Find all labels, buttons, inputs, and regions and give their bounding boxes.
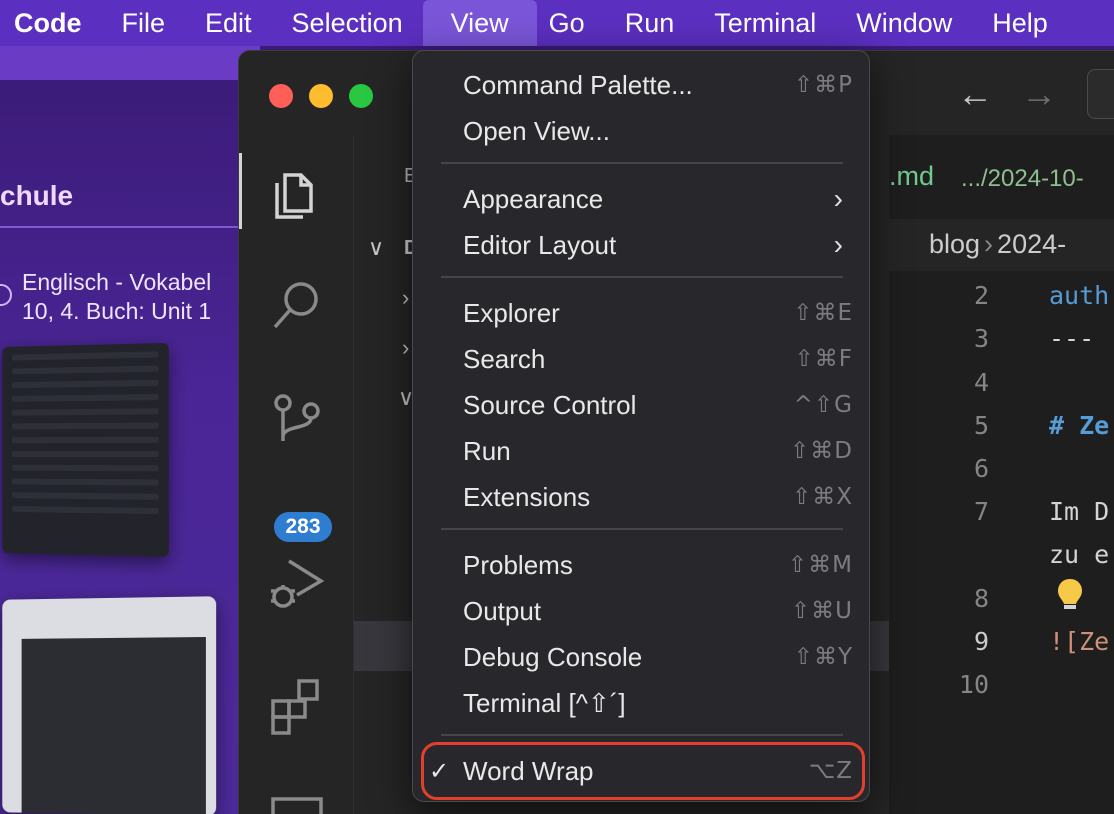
search-icon[interactable]: [267, 275, 327, 335]
close-window-button[interactable]: [269, 84, 293, 108]
editor-area[interactable]: 2 3 4 5 6 7 8 9 10 auth --- # Ze Im D zu…: [889, 271, 1114, 814]
menubar-go[interactable]: Go: [537, 0, 605, 46]
chat-icon[interactable]: [267, 791, 327, 814]
chevron-right-icon: ›: [833, 183, 843, 214]
tab-path: .../2024-10-: [961, 165, 1084, 192]
minimize-window-button[interactable]: [309, 84, 333, 108]
background-thumbnail-light: [2, 596, 217, 814]
menu-item-explorer[interactable]: Explorer ⇧⌘E: [463, 290, 861, 336]
line-number: 2: [973, 281, 989, 310]
forward-arrow-icon[interactable]: →: [1021, 73, 1057, 115]
activity-bar: 283: [239, 135, 353, 814]
code-line: auth: [1049, 281, 1110, 310]
chevron-down-icon[interactable]: ∨: [368, 235, 384, 261]
menubar-view[interactable]: View: [422, 0, 537, 46]
background-thumbnail-dark: [2, 342, 169, 558]
editor-tab[interactable]: .md .../2024-10-: [889, 135, 1114, 219]
menu-item-run[interactable]: Run ⇧⌘D: [463, 428, 861, 474]
menubar-run[interactable]: Run: [605, 0, 695, 46]
menu-item-appearance[interactable]: Appearance ›: [463, 176, 861, 222]
code-line: # Ze: [1049, 411, 1110, 440]
view-menu-dropdown: Command Palette... ⇧⌘P Open View... Appea…: [412, 50, 870, 802]
line-number: 6: [973, 454, 989, 483]
breadcrumb: blog › 2024-: [889, 219, 1114, 271]
menu-item-command-palette[interactable]: Command Palette... ⇧⌘P: [463, 62, 861, 108]
back-arrow-icon[interactable]: ←: [957, 73, 993, 115]
code-line: zu e: [1049, 540, 1110, 569]
background-caption: Englisch - Vokabel 10, 4. Buch: Unit 1: [22, 269, 212, 324]
menu-item-search[interactable]: Search ⇧⌘F: [463, 336, 861, 382]
menubar-file[interactable]: File: [102, 0, 186, 46]
line-number-current: 9: [973, 627, 989, 656]
menu-item-open-view[interactable]: Open View...: [463, 108, 861, 154]
background-heading: chule: [0, 180, 74, 211]
tab-filename: .md: [889, 161, 935, 191]
menu-separator: [441, 528, 843, 530]
macos-menubar: Code File Edit Selection View Go Run Ter…: [0, 0, 1114, 46]
explorer-files-icon[interactable]: [239, 153, 327, 229]
menu-item-terminal[interactable]: Terminal [^⇧´]: [463, 680, 861, 726]
menubar-help[interactable]: Help: [972, 0, 1068, 46]
source-control-icon[interactable]: [267, 391, 327, 451]
command-center[interactable]: [1087, 69, 1114, 119]
background-window-toolbar: [0, 46, 260, 80]
menu-item-editor-layout[interactable]: Editor Layout ›: [463, 222, 861, 268]
menu-item-output[interactable]: Output ⇧⌘U: [463, 588, 861, 634]
breadcrumb-blog[interactable]: blog: [929, 229, 980, 259]
menu-item-source-control[interactable]: Source Control ^⇧G: [463, 382, 861, 428]
menubar-selection[interactable]: Selection: [272, 0, 423, 46]
chevron-right-icon: ›: [984, 229, 994, 259]
breadcrumb-folder[interactable]: 2024-: [997, 229, 1066, 259]
lightbulb-icon[interactable]: [1055, 577, 1085, 613]
zoom-window-button[interactable]: [349, 84, 373, 108]
menu-item-extensions[interactable]: Extensions ⇧⌘X: [463, 474, 861, 520]
code-line: ![Ze: [1049, 627, 1110, 656]
menu-item-problems[interactable]: Problems ⇧⌘M: [463, 542, 861, 588]
menubar-terminal[interactable]: Terminal: [694, 0, 836, 46]
chevron-right-icon[interactable]: ›: [402, 285, 409, 311]
chevron-right-icon[interactable]: ›: [402, 335, 409, 361]
line-number: 10: [958, 670, 989, 699]
menu-separator: [441, 276, 843, 278]
menu-item-debug-console[interactable]: Debug Console ⇧⌘Y: [463, 634, 861, 680]
line-number: 5: [973, 411, 989, 440]
code-line: ---: [1049, 324, 1095, 353]
menubar-app-code[interactable]: Code: [0, 0, 102, 46]
menu-separator: [441, 734, 843, 736]
menu-separator: [441, 162, 843, 164]
chevron-right-icon: ›: [833, 229, 843, 260]
menubar-window[interactable]: Window: [836, 0, 972, 46]
line-number: 4: [973, 368, 989, 397]
background-divider: [0, 226, 240, 228]
source-control-badge: 283: [271, 509, 335, 545]
extensions-icon[interactable]: [267, 675, 327, 735]
code-line: Im D: [1049, 497, 1110, 526]
line-number: 3: [973, 324, 989, 353]
line-number: 8: [973, 584, 989, 613]
line-number: 7: [973, 497, 989, 526]
menubar-edit[interactable]: Edit: [185, 0, 272, 46]
run-debug-icon[interactable]: [267, 555, 327, 615]
word-wrap-highlight: [421, 742, 865, 800]
